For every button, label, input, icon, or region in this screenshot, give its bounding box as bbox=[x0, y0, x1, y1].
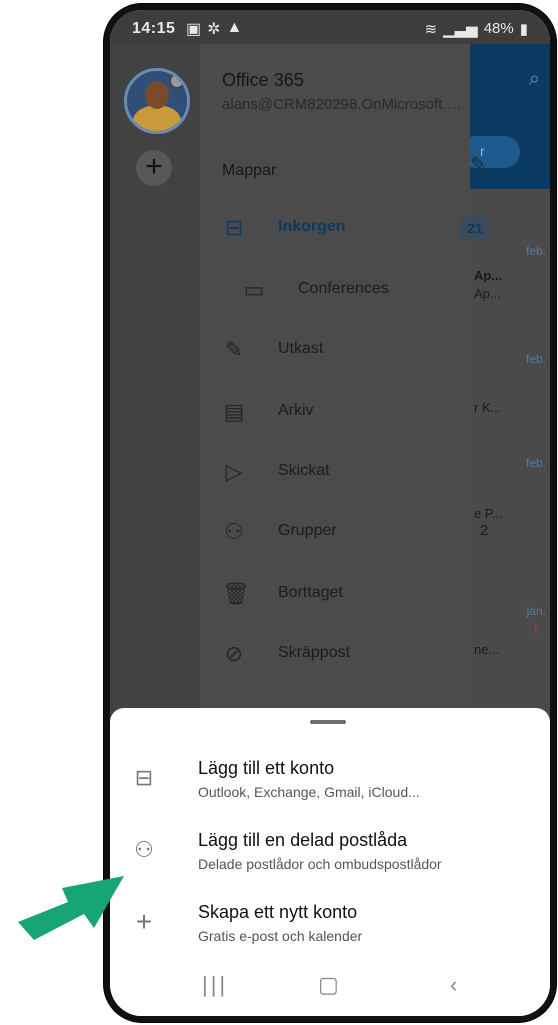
mail-snippet: ne... bbox=[474, 642, 500, 657]
trash-icon: 🗑 bbox=[222, 581, 250, 606]
settings-icon: ✲ bbox=[207, 21, 221, 38]
folder-icon: ▭ bbox=[243, 277, 265, 302]
warning-icon: ▲ bbox=[226, 19, 243, 36]
mail-snippet: Ap... bbox=[474, 268, 503, 283]
presence-dot bbox=[169, 73, 185, 89]
create-new-account-option[interactable]: + Skapa ett nytt konto Gratis e-post och… bbox=[110, 900, 550, 960]
mail-date: feb. bbox=[525, 352, 546, 366]
junk-icon: ⊘ bbox=[224, 641, 244, 666]
groups-icon: ⚇ bbox=[134, 837, 154, 862]
important-icon: ! bbox=[533, 622, 538, 637]
folder-label: Inkorgen bbox=[278, 218, 346, 235]
add-account-option[interactable]: ⊟ Lägg till ett konto Outlook, Exchange,… bbox=[110, 756, 550, 816]
account-name: Office 365 bbox=[222, 70, 304, 90]
folder-item-inkorgen[interactable]: ⊟ Inkorgen 21 bbox=[110, 210, 490, 250]
folder-label: Skräppost bbox=[278, 644, 351, 661]
unread-badge: 21 bbox=[460, 216, 490, 240]
android-nav-bar: ||| ▢ ‹ bbox=[110, 958, 550, 1016]
folder-item-grupper[interactable]: ⚇ Grupper 2 bbox=[110, 514, 488, 554]
back-icon[interactable]: ‹ bbox=[450, 972, 457, 998]
folder-item-utkast[interactable]: ✎ Utkast bbox=[110, 332, 470, 372]
recent-apps-icon[interactable]: ||| bbox=[202, 972, 228, 998]
avatar-shirt bbox=[133, 105, 181, 131]
folder-label: Utkast bbox=[278, 340, 324, 357]
archive-icon: ▤ bbox=[223, 399, 245, 424]
mail-date: feb. bbox=[525, 456, 546, 470]
account-email: alans@CRM820298.OnMicrosoft.c... bbox=[222, 96, 462, 113]
screen: 14:15 ▣ ✲ ▲ ≋ ▁▃▅ 48% ▮ ⌕ r feb. Ap... A… bbox=[110, 10, 550, 1016]
folders-header: Mappar bbox=[222, 162, 277, 179]
account-avatar[interactable] bbox=[124, 68, 190, 134]
folder-item-conferences[interactable]: ▭ Conferences bbox=[110, 272, 470, 312]
folder-item-skrappost[interactable]: ⊘ Skräppost bbox=[110, 636, 470, 676]
mail-date: feb. bbox=[525, 244, 546, 258]
search-icon: ⌕ bbox=[528, 68, 540, 90]
option-subtitle: Outlook, Exchange, Gmail, iCloud... bbox=[198, 784, 420, 800]
status-left-icons: ▣ ✲ ▲ bbox=[186, 19, 242, 39]
folder-label: Grupper bbox=[278, 522, 337, 539]
draft-icon: ✎ bbox=[224, 337, 244, 362]
add-account-button[interactable]: + bbox=[136, 150, 172, 186]
groups-icon: ⚇ bbox=[224, 519, 244, 544]
inbox-icon: ⊟ bbox=[224, 215, 244, 240]
status-right-icons: ≋ ▁▃▅ 48% ▮ bbox=[425, 20, 528, 38]
mail-snippet: e P... bbox=[474, 506, 503, 521]
mail-snippet-2: Ap... bbox=[474, 286, 501, 301]
gallery-icon: ▣ bbox=[186, 21, 202, 38]
inbox-icon: ⊟ bbox=[134, 765, 154, 790]
status-time: 14:15 bbox=[132, 20, 176, 37]
add-shared-mailbox-option[interactable]: ⚇ Lägg till en delad postlåda Delade pos… bbox=[110, 828, 550, 888]
option-title: Lägg till ett konto bbox=[198, 758, 335, 778]
battery-percent: 48% bbox=[483, 20, 514, 37]
folder-label: Conferences bbox=[298, 280, 389, 297]
home-icon[interactable]: ▢ bbox=[318, 972, 339, 998]
option-title: Skapa ett nytt konto bbox=[198, 902, 358, 922]
folder-label: Skickat bbox=[278, 462, 330, 479]
plus-icon: + bbox=[135, 906, 153, 937]
edit-pencil-icon[interactable]: ✎ bbox=[470, 152, 487, 177]
sheet-drag-handle[interactable] bbox=[310, 720, 346, 724]
battery-icon: ▮ bbox=[519, 21, 528, 38]
status-bar: 14:15 ▣ ✲ ▲ ≋ ▁▃▅ 48% ▮ bbox=[110, 10, 550, 44]
avatar-face bbox=[145, 81, 169, 109]
signal-icon: ▁▃▅ bbox=[443, 21, 478, 38]
phone-frame: 14:15 ▣ ✲ ▲ ≋ ▁▃▅ 48% ▮ ⌕ r feb. Ap... A… bbox=[104, 4, 556, 1022]
wifi-icon: ≋ bbox=[424, 21, 438, 38]
mail-date: jan. bbox=[526, 604, 546, 618]
folder-item-borttaget[interactable]: 🗑 Borttaget bbox=[110, 576, 470, 616]
folder-label: Arkiv bbox=[278, 402, 314, 419]
option-title: Lägg till en delad postlåda bbox=[198, 830, 408, 850]
mail-snippet: r K... bbox=[474, 400, 502, 415]
folder-item-arkiv[interactable]: ▤ Arkiv bbox=[110, 394, 470, 434]
group-count: 2 bbox=[480, 522, 489, 539]
send-icon: ▷ bbox=[225, 459, 243, 484]
folder-item-skickat[interactable]: ▷ Skickat bbox=[110, 454, 470, 494]
highlight-arrow-icon bbox=[18, 876, 124, 940]
option-subtitle: Gratis e-post och kalender bbox=[198, 928, 363, 944]
folder-label: Borttaget bbox=[278, 584, 343, 601]
option-subtitle: Delade postlådor och ombudspostlådor bbox=[198, 856, 442, 872]
